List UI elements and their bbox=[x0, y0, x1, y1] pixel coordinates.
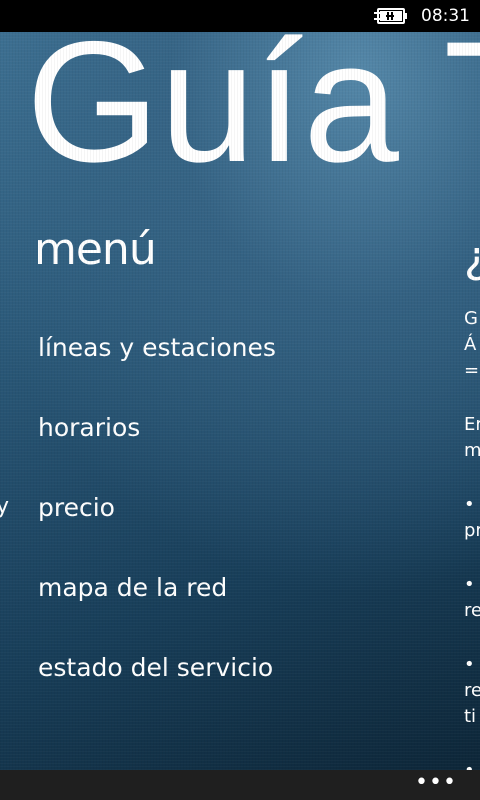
panorama[interactable]: Guía T y menú líneas y estaciones horari… bbox=[0, 32, 480, 770]
next-panel-text-line: = bbox=[464, 360, 480, 381]
app-title: Guía T bbox=[26, 32, 480, 198]
next-panel-text-line: Er bbox=[464, 414, 480, 435]
next-panel-text-line: • bbox=[464, 494, 475, 515]
next-panel-text-line: re bbox=[464, 600, 480, 621]
menu-item-estado-del-servicio[interactable]: estado del servicio bbox=[38, 648, 276, 728]
menu-item-horarios[interactable]: horarios bbox=[38, 408, 276, 488]
next-panel-text-line: • bbox=[464, 574, 475, 595]
application-bar: ••• bbox=[0, 770, 480, 800]
menu-item-mapa-de-la-red[interactable]: mapa de la red bbox=[38, 568, 276, 648]
next-panel-text-line: • bbox=[464, 758, 480, 770]
next-panel-text-line: ti bbox=[464, 706, 477, 727]
menu-header: menú bbox=[34, 224, 157, 275]
more-options-button[interactable]: ••• bbox=[414, 772, 458, 798]
next-panel-text-line: m bbox=[464, 440, 480, 461]
next-panel-text-line: G bbox=[464, 308, 478, 329]
battery-charging-icon bbox=[374, 8, 407, 24]
menu-item-precio[interactable]: precio bbox=[38, 488, 276, 568]
next-panel-text-line: • bbox=[464, 654, 475, 675]
next-panel-text-line: pr bbox=[464, 520, 480, 541]
next-panel-text-line: Á bbox=[464, 334, 477, 355]
menu-item-lineas-y-estaciones[interactable]: líneas y estaciones bbox=[38, 328, 276, 408]
next-panel-text-line: re bbox=[464, 680, 480, 701]
phone-screen: 08:31 Guía T y menú líneas y estaciones … bbox=[0, 0, 480, 800]
menu-list: líneas y estaciones horarios precio mapa… bbox=[38, 328, 276, 728]
status-bar: 08:31 bbox=[0, 0, 480, 32]
next-panel-peek[interactable]: ¿ G Á = Er m • pr • re • re ti • bbox=[464, 232, 480, 770]
status-clock: 08:31 bbox=[421, 6, 470, 26]
next-panel-title: ¿ bbox=[464, 232, 480, 284]
previous-panel-peek[interactable]: y bbox=[0, 492, 9, 522]
